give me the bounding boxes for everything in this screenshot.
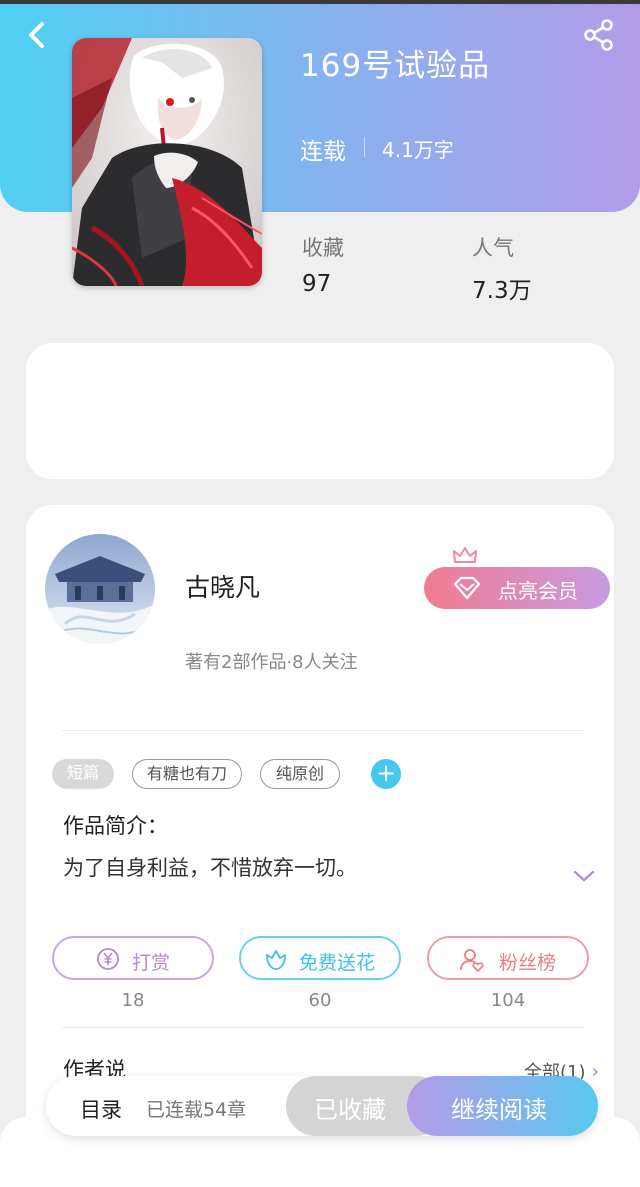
send-flower-label: 免费送花 [299, 952, 376, 974]
diamond-icon [453, 576, 481, 600]
fan-count: 104 [490, 990, 526, 1011]
favorited-label: 已收藏 [314, 1096, 386, 1124]
flower-count: 60 [308, 990, 332, 1011]
serial-status: 连载 [300, 139, 346, 165]
chevron-left-icon [29, 22, 44, 48]
word-count: 4.1万字 [382, 138, 454, 162]
fan-ranking-icon [460, 949, 484, 973]
status-divider [364, 137, 365, 157]
tag-chip[interactable]: 短篇 [52, 759, 114, 789]
favorites-label: 收藏 [302, 236, 344, 260]
author-name[interactable]: 古晓凡 [185, 568, 260, 604]
plus-icon: + [375, 759, 397, 787]
add-tag-button[interactable]: + [371, 759, 401, 789]
chevron-right-icon: › [591, 1059, 600, 1083]
back-button[interactable] [22, 18, 52, 52]
flower-icon [266, 950, 286, 970]
vip-membership-button[interactable]: 点亮会员 [424, 567, 610, 609]
favorites-value: 97 [302, 271, 332, 297]
author-meta: 著有2部作品·8人关注 [185, 652, 358, 673]
intro-heading: 作品简介： [63, 814, 168, 838]
book-cover-image[interactable] [72, 38, 262, 286]
yen-icon [97, 948, 119, 970]
serial-chapter-count: 已连载54章 [146, 1099, 247, 1121]
continue-reading-label: 继续阅读 [451, 1096, 547, 1124]
book-title: 169号试验品 [300, 48, 491, 84]
vip-button-label: 点亮会员 [498, 579, 578, 603]
section-divider [62, 730, 584, 731]
table-of-contents-button[interactable]: 目录 [80, 1094, 122, 1124]
send-flower-button[interactable]: 免费送花 [239, 936, 401, 980]
tag-chip[interactable]: 纯原创 [260, 759, 340, 789]
chevron-down-icon[interactable] [572, 868, 596, 884]
tip-label: 打赏 [132, 952, 171, 974]
section-divider [62, 1027, 584, 1028]
placeholder-card [26, 343, 614, 479]
continue-reading-button[interactable]: 继续阅读 [407, 1076, 598, 1136]
fan-ranking-button[interactable]: 粉丝榜 [427, 936, 589, 980]
tag-chip[interactable]: 有糖也有刀 [132, 759, 242, 789]
intro-text: 为了自身利益，不惜放弃一切。 [63, 856, 357, 880]
share-button[interactable] [582, 18, 616, 52]
crown-icon [453, 547, 477, 563]
popularity-label: 人气 [472, 236, 514, 260]
tip-count: 18 [121, 990, 145, 1011]
tip-button[interactable]: 打赏 [52, 936, 214, 980]
fan-ranking-label: 粉丝榜 [499, 952, 557, 974]
author-avatar[interactable] [45, 534, 155, 644]
share-icon [584, 19, 613, 51]
popularity-value: 7.3万 [472, 278, 532, 304]
